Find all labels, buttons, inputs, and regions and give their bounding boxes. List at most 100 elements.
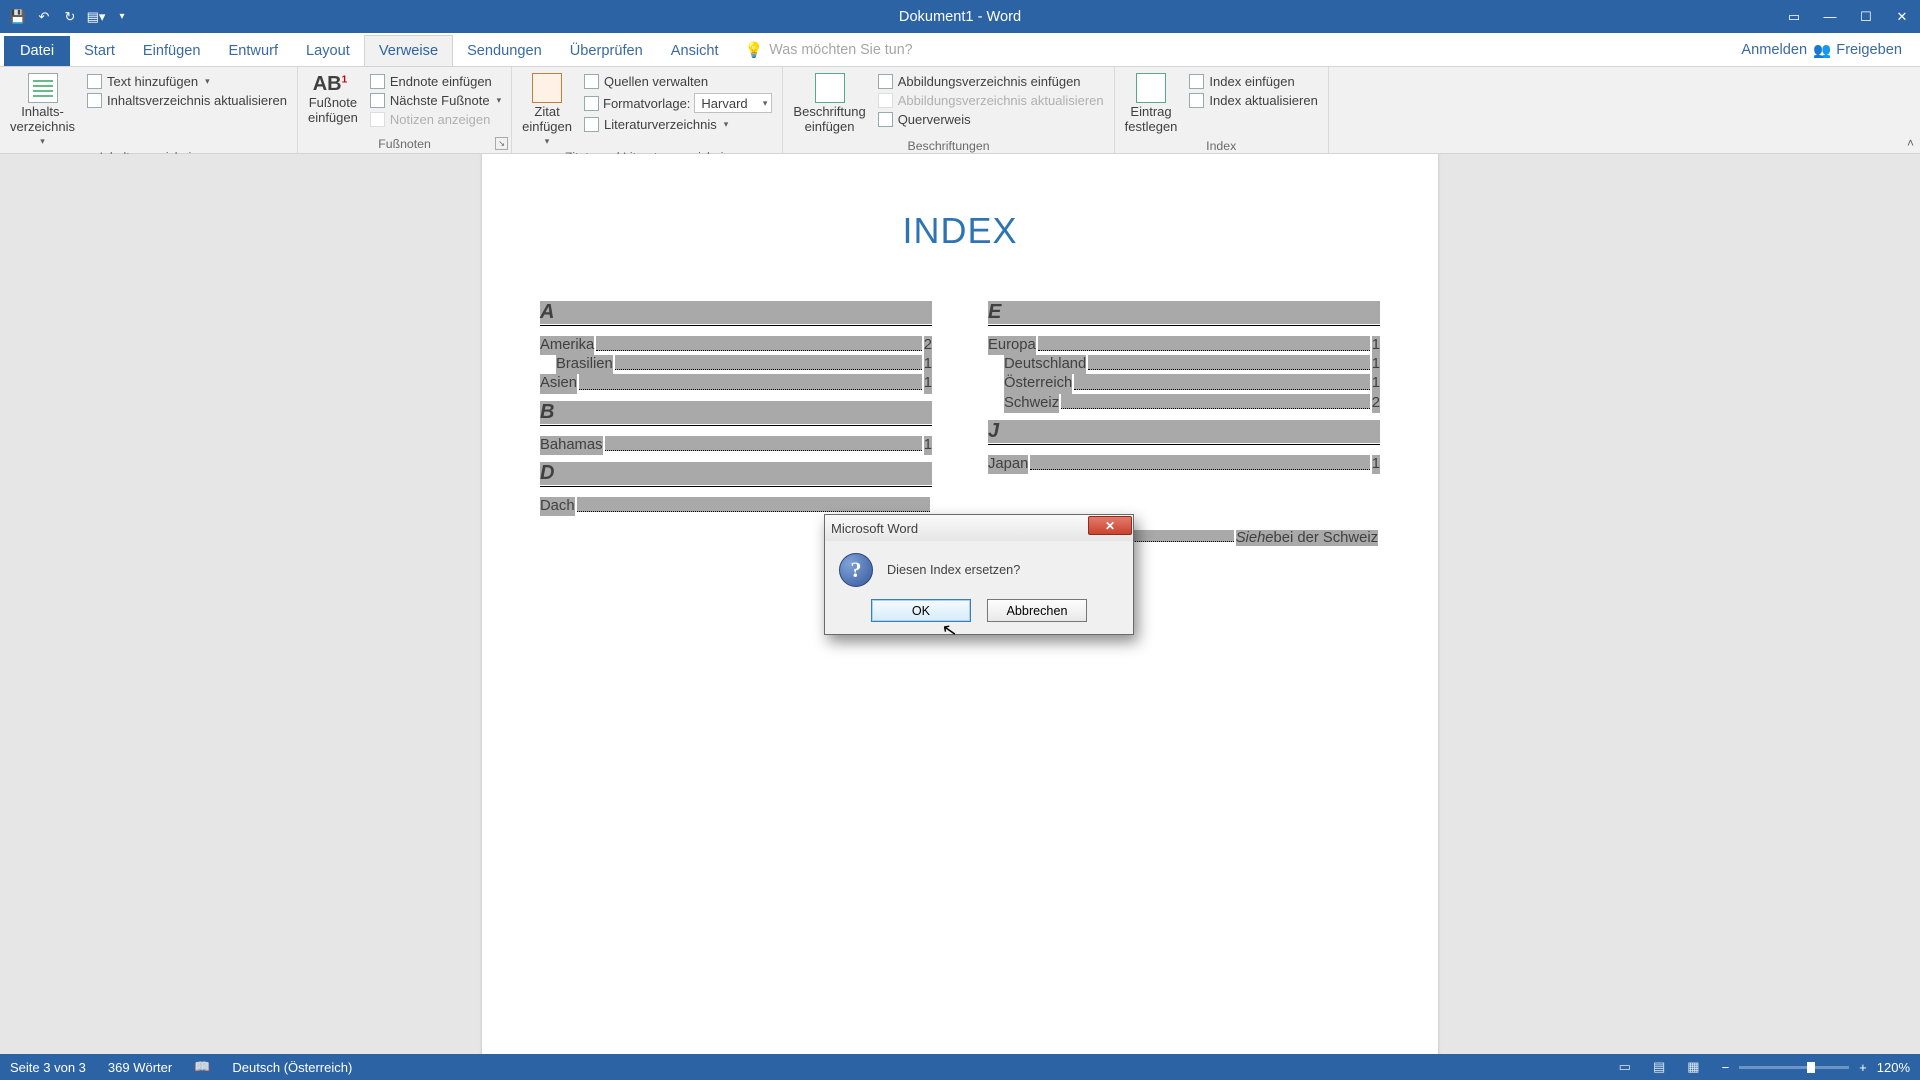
index-entry: Deutschland1 bbox=[988, 355, 1380, 374]
zoom-track[interactable] bbox=[1739, 1066, 1849, 1069]
endnote-icon bbox=[370, 74, 385, 89]
tab-layout[interactable]: Layout bbox=[292, 36, 364, 66]
undo-icon[interactable]: ↶ bbox=[36, 9, 52, 25]
print-layout-icon[interactable]: ▤ bbox=[1653, 1059, 1665, 1075]
index-letter: D bbox=[540, 461, 932, 487]
tab-review[interactable]: Überprüfen bbox=[556, 36, 657, 66]
tab-view[interactable]: Ansicht bbox=[657, 36, 733, 66]
bibliography-button[interactable]: Literaturverzeichnis▾ bbox=[580, 116, 776, 133]
status-words[interactable]: 369 Wörter bbox=[108, 1060, 172, 1075]
lightbulb-icon: 💡 bbox=[745, 41, 764, 59]
sign-in-link[interactable]: Anmelden bbox=[1741, 41, 1807, 59]
web-layout-icon[interactable]: ▦ bbox=[1687, 1059, 1699, 1075]
toc-button[interactable]: Inhalts- verzeichnis▾ bbox=[6, 71, 79, 148]
group-index: Eintrag festlegen Index einfügen Index a… bbox=[1115, 67, 1329, 153]
index-entry: Asien1 bbox=[540, 374, 932, 393]
insert-index-button[interactable]: Index einfügen bbox=[1185, 73, 1321, 90]
tab-file[interactable]: Datei bbox=[4, 36, 70, 66]
page-title: INDEX bbox=[540, 210, 1380, 252]
footnote-icon: AB1 bbox=[313, 73, 353, 96]
dialog-titlebar[interactable]: Microsoft Word ✕ bbox=[825, 515, 1133, 541]
tab-insert[interactable]: Einfügen bbox=[129, 36, 215, 66]
cancel-button[interactable]: Abbrechen bbox=[987, 599, 1087, 622]
tab-start[interactable]: Start bbox=[70, 36, 129, 66]
tab-references[interactable]: Verweise bbox=[364, 35, 453, 66]
show-notes-button: Notizen anzeigen bbox=[366, 111, 505, 128]
insert-endnote-button[interactable]: Endnote einfügen bbox=[366, 73, 505, 90]
zoom-slider[interactable]: − + 120% bbox=[1722, 1060, 1910, 1075]
ribbon-display-icon[interactable]: ▭ bbox=[1776, 4, 1812, 30]
mark-entry-button[interactable]: Eintrag festlegen bbox=[1121, 71, 1182, 137]
index-letter: E bbox=[988, 300, 1380, 326]
toc-icon bbox=[28, 73, 58, 103]
index-entry: Europa1 bbox=[988, 336, 1380, 355]
maximize-icon[interactable]: ☐ bbox=[1848, 4, 1884, 30]
bibliography-icon bbox=[584, 117, 599, 132]
tell-me-search[interactable]: 💡Was möchten Sie tun? bbox=[745, 41, 913, 66]
zoom-out-icon[interactable]: − bbox=[1722, 1060, 1730, 1075]
group-label: Fußnoten bbox=[304, 135, 505, 153]
index-letter: B bbox=[540, 400, 932, 426]
index-letter: A bbox=[540, 300, 932, 326]
group-footnotes: AB1 Fußnote einfügen Endnote einfügen Nä… bbox=[298, 67, 512, 153]
zoom-level[interactable]: 120% bbox=[1877, 1060, 1910, 1075]
update-toc-button[interactable]: Inhaltsverzeichnis aktualisieren bbox=[83, 92, 291, 109]
insert-caption-button[interactable]: Beschriftung einfügen bbox=[789, 71, 869, 137]
next-footnote-button[interactable]: Nächste Fußnote▾ bbox=[366, 92, 505, 109]
status-page[interactable]: Seite 3 von 3 bbox=[10, 1060, 86, 1075]
window-title: Dokument1 - Word bbox=[899, 9, 1021, 25]
insert-index-icon bbox=[1189, 74, 1204, 89]
cross-reference-button[interactable]: Querverweis bbox=[874, 111, 1108, 128]
ribbon: Inhalts- verzeichnis▾ Text hinzufügen▾ I… bbox=[0, 67, 1920, 154]
mark-entry-icon bbox=[1136, 73, 1166, 103]
dialog-title: Microsoft Word bbox=[831, 521, 918, 536]
status-language[interactable]: Deutsch (Österreich) bbox=[232, 1060, 352, 1075]
group-label: Index bbox=[1121, 137, 1322, 155]
index-column-right: E Europa1Deutschland1Österreich1Schweiz2 J… bbox=[988, 294, 1380, 546]
zoom-thumb[interactable] bbox=[1807, 1062, 1815, 1073]
sources-icon bbox=[584, 74, 599, 89]
index-column-left: AAmerika2Brasilien1Asien1BBahamas1DDach bbox=[540, 294, 932, 546]
update-index-icon bbox=[1189, 93, 1204, 108]
footnotes-launcher[interactable]: ↘ bbox=[495, 137, 508, 150]
share-button[interactable]: 👥Freigeben bbox=[1813, 41, 1902, 59]
window-controls: ▭ — ☐ ✕ bbox=[1776, 4, 1920, 30]
redo-icon[interactable]: ↻ bbox=[62, 9, 78, 25]
group-label: Beschriftungen bbox=[789, 137, 1107, 155]
tab-design[interactable]: Entwurf bbox=[215, 36, 292, 66]
zoom-in-icon[interactable]: + bbox=[1859, 1060, 1867, 1075]
index-entry: Amerika2 bbox=[540, 336, 932, 355]
index-entry: Schweiz2 bbox=[988, 394, 1380, 413]
dialog-close-button[interactable]: ✕ bbox=[1088, 516, 1132, 535]
index-entry: Bahamas1 bbox=[540, 436, 932, 455]
index-entry: Österreich1 bbox=[988, 374, 1380, 393]
insert-figure-table-button[interactable]: Abbildungsverzeichnis einfügen bbox=[874, 73, 1108, 90]
ribbon-tabs: Datei Start Einfügen Entwurf Layout Verw… bbox=[0, 33, 1920, 67]
manage-sources-button[interactable]: Quellen verwalten bbox=[580, 73, 776, 90]
citation-style-select[interactable]: Formatvorlage:Harvard bbox=[580, 92, 776, 114]
style-icon bbox=[584, 96, 599, 111]
add-text-button[interactable]: Text hinzufügen▾ bbox=[83, 73, 291, 90]
qat-customize-icon[interactable]: ▾ bbox=[114, 9, 130, 25]
update-index-button[interactable]: Index aktualisieren bbox=[1185, 92, 1321, 109]
ok-button[interactable]: OK bbox=[871, 599, 971, 622]
read-mode-icon[interactable]: ▭ bbox=[1619, 1059, 1631, 1075]
title-bar: 💾 ↶ ↻ ▤▾ ▾ Dokument1 - Word ▭ — ☐ ✕ bbox=[0, 0, 1920, 33]
tab-mailings[interactable]: Sendungen bbox=[453, 36, 556, 66]
figupdate-icon bbox=[878, 93, 893, 108]
group-citations: Zitat einfügen▾ Quellen verwalten Format… bbox=[512, 67, 783, 153]
index-letter: J bbox=[988, 419, 1380, 445]
index-columns: AAmerika2Brasilien1Asien1BBahamas1DDach … bbox=[540, 294, 1380, 546]
index-entry: Japan1 bbox=[988, 455, 1380, 474]
quick-access-toolbar: 💾 ↶ ↻ ▤▾ ▾ bbox=[0, 9, 130, 25]
collapse-ribbon-icon[interactable]: ˄ bbox=[1907, 136, 1914, 150]
spellcheck-icon[interactable]: 📖 bbox=[194, 1059, 210, 1075]
insert-citation-button[interactable]: Zitat einfügen▾ bbox=[518, 71, 576, 148]
insert-footnote-button[interactable]: AB1 Fußnote einfügen bbox=[304, 71, 362, 128]
save-icon[interactable]: 💾 bbox=[10, 9, 26, 25]
close-icon[interactable]: ✕ bbox=[1884, 4, 1920, 30]
share-icon: 👥 bbox=[1813, 41, 1831, 59]
minimize-icon[interactable]: — bbox=[1812, 4, 1848, 30]
touch-mode-icon[interactable]: ▤▾ bbox=[88, 9, 104, 25]
dialog-message: Diesen Index ersetzen? bbox=[887, 563, 1020, 577]
